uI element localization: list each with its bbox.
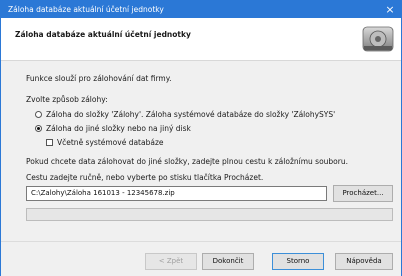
backup-progress-bar xyxy=(26,208,393,221)
cancel-button[interactable]: Storno xyxy=(272,253,324,270)
path-hint-1: Pokud chcete data zálohovat do jiné slož… xyxy=(26,157,348,166)
option-other-folder-label[interactable]: Záloha do jiné složky nebo na jiný disk xyxy=(46,124,191,133)
backup-wizard-window: Záloha databáze aktuální účetní jednotky… xyxy=(0,0,402,276)
page-title: Záloha databáze aktuální účetní jednotky xyxy=(15,30,191,39)
include-system-label[interactable]: Včetně systémové databáze xyxy=(57,138,164,147)
wizard-footer: < Zpět Dokončit Storno Nápověda xyxy=(1,241,401,276)
include-system-checkbox[interactable] xyxy=(46,139,53,146)
mode-label: Zvolte způsob zálohy: xyxy=(26,95,108,104)
finish-button[interactable]: Dokončit xyxy=(202,253,254,270)
close-icon[interactable]: × xyxy=(379,1,401,18)
wizard-header: Záloha databáze aktuální účetní jednotky xyxy=(1,18,401,61)
option-default-folder-label[interactable]: Záloha do složky 'Zálohy'. Záloha systém… xyxy=(46,110,335,119)
browse-button[interactable]: Procházet... xyxy=(333,185,393,202)
window-title: Záloha databáze aktuální účetní jednotky xyxy=(8,5,164,14)
path-hint-2: Cestu zadejte ručně, nebo vyberte po sti… xyxy=(26,173,264,182)
title-bar: Záloha databáze aktuální účetní jednotky… xyxy=(1,1,401,18)
radio-default-folder[interactable] xyxy=(35,111,42,118)
backup-disk-icon xyxy=(362,26,394,52)
backup-path-input[interactable]: C:\Zalohy\Záloha 161013 - 12345678.zip xyxy=(26,186,327,201)
back-button[interactable]: < Zpět xyxy=(145,253,197,270)
help-button[interactable]: Nápověda xyxy=(335,253,393,270)
radio-other-folder[interactable] xyxy=(35,125,42,132)
intro-text: Funkce slouží pro zálohování dat firmy. xyxy=(26,74,172,83)
